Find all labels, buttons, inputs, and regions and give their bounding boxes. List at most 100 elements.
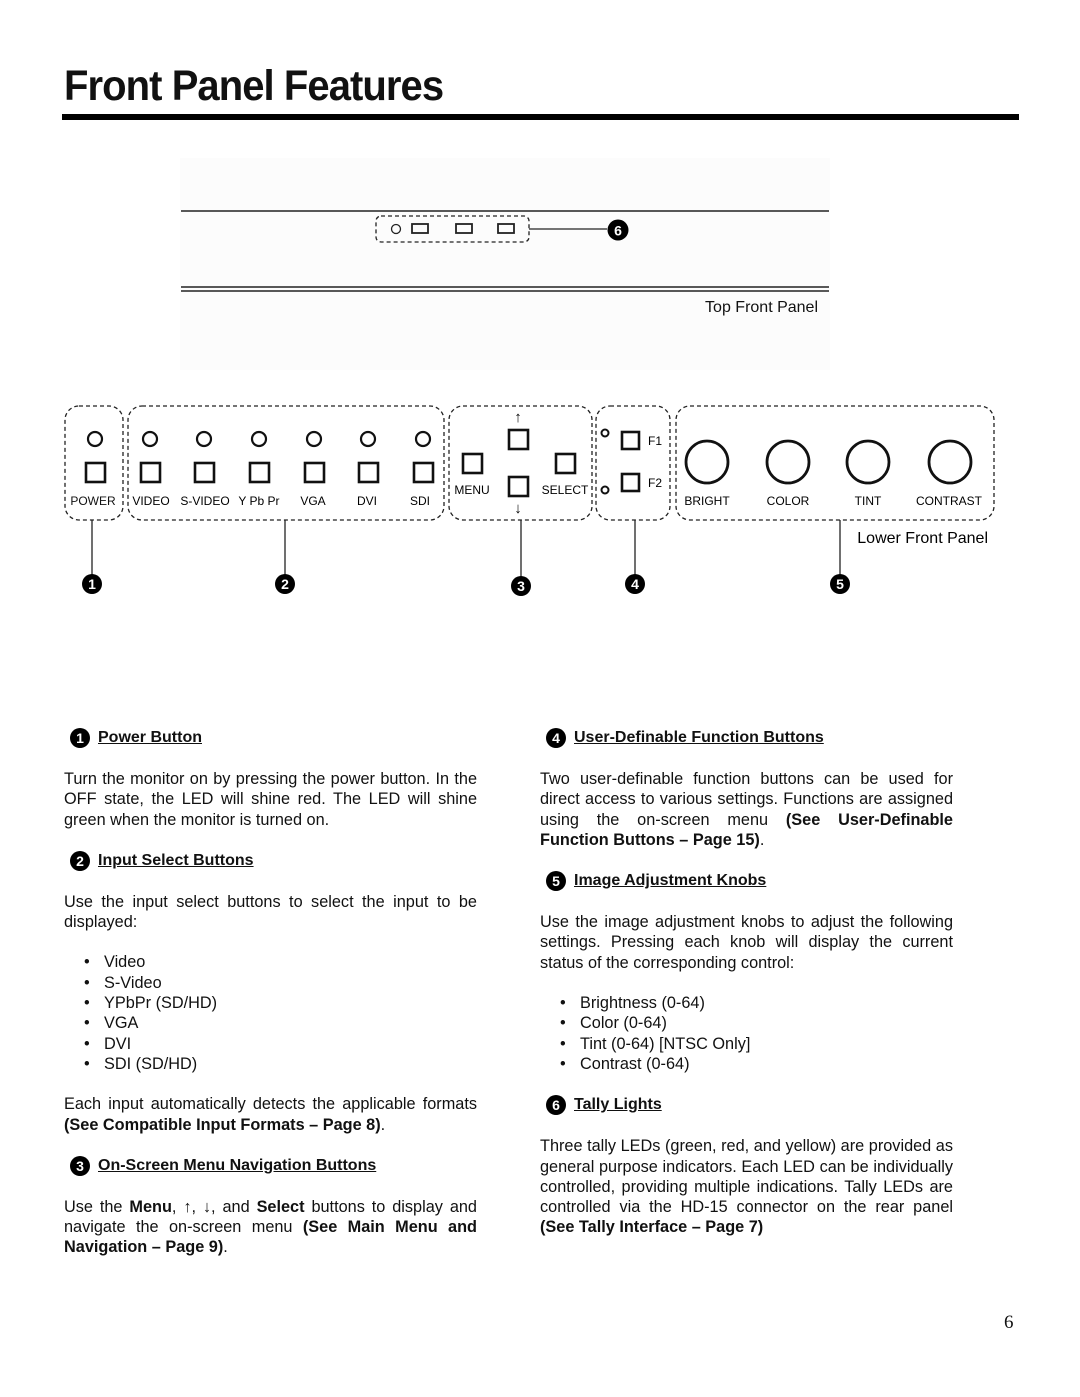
ypbpr-button[interactable] <box>248 461 271 484</box>
contrast-label: CONTRAST <box>916 494 983 508</box>
f2-label: F2 <box>648 476 662 490</box>
function-buttons: F1 F2 <box>600 428 662 495</box>
tint-label: TINT <box>855 494 882 508</box>
ypbpr-led <box>250 430 268 448</box>
select-keyword: Select <box>256 1197 305 1216</box>
image-adjustment-knobs: BRIGHT COLOR TINT CONTRAST <box>684 439 983 508</box>
tally-interface-reference: (See Tally Interface – Page 7) <box>540 1218 764 1237</box>
input-outro-text: Each input automatically detects the app… <box>64 1095 477 1114</box>
vga-label: VGA <box>300 494 325 508</box>
vga-button[interactable] <box>303 461 326 484</box>
section-title: Input Select Buttons <box>98 851 254 869</box>
list-item: Video <box>64 952 477 973</box>
section-title: Tally Lights <box>574 1096 662 1114</box>
power-button[interactable] <box>84 461 107 484</box>
callout-1-number: 1 <box>88 576 96 592</box>
list-item: Tint (0-64) [NTSC Only] <box>540 1034 953 1055</box>
function-text-end: . <box>759 830 765 849</box>
section-number-badge: 2 <box>70 850 90 871</box>
f2-button[interactable] <box>620 472 641 493</box>
callout-3-number: 3 <box>517 578 525 594</box>
list-item: Brightness (0-64) <box>540 993 953 1014</box>
section-input-heading: 2 Input Select Buttons <box>70 850 477 872</box>
bright-knob[interactable] <box>684 439 730 485</box>
power-description: Turn the monitor on by pressing the powe… <box>64 770 477 829</box>
input-list: Video S-Video YPbPr (SD/HD) VGA DVI SDI … <box>64 952 477 1074</box>
section-number-badge: 3 <box>70 1155 90 1176</box>
s-video-button[interactable] <box>193 461 216 484</box>
menu-text-end: . <box>223 1238 228 1257</box>
section-number-badge: 1 <box>70 728 90 748</box>
video-led <box>141 430 159 448</box>
vga-led <box>305 430 323 448</box>
bright-label: BRIGHT <box>684 494 730 508</box>
list-item: Color (0-64) <box>540 1013 953 1034</box>
sdi-button[interactable] <box>412 461 435 484</box>
input-outro: Each input automatically detects the app… <box>64 1094 477 1135</box>
callout-4-number: 4 <box>631 576 639 592</box>
tint-knob[interactable] <box>845 439 891 485</box>
list-item: S-Video <box>64 973 477 994</box>
down-arrow-icon: ↓ <box>514 500 522 517</box>
down-button[interactable] <box>507 475 530 498</box>
menu-text: Use the <box>64 1197 130 1216</box>
list-item: VGA <box>64 1013 477 1034</box>
s-video-led <box>195 430 213 448</box>
select-button[interactable] <box>554 452 577 475</box>
contrast-knob[interactable] <box>927 439 973 485</box>
lower-panel-callouts: 1 2 3 4 5 <box>82 520 850 596</box>
input-outro-end: . <box>380 1115 386 1134</box>
top-panel-background <box>180 158 830 370</box>
top-front-panel: 6 Top Front Panel <box>180 158 830 370</box>
input-group-outline <box>127 405 445 521</box>
function-description: Two user-definable function buttons can … <box>540 769 953 850</box>
f1-label: F1 <box>648 434 662 448</box>
menu-keyword: Menu <box>129 1197 172 1216</box>
section-tally-heading: 6 Tally Lights <box>546 1094 953 1116</box>
menu-label: MENU <box>454 483 489 497</box>
menu-description: Use the Menu, ↑, ↓, and Select buttons t… <box>64 1197 477 1258</box>
section-title: Image Adjustment Knobs <box>574 872 767 890</box>
tally-description: Three tally LEDs (green, red, and yellow… <box>540 1136 953 1237</box>
video-label: VIDEO <box>132 494 169 508</box>
f1-led <box>600 428 610 438</box>
f1-button[interactable] <box>620 430 641 451</box>
section-menu-heading: 3 On-Screen Menu Navigation Buttons <box>70 1155 477 1177</box>
f2-led <box>600 485 610 495</box>
sdi-label: SDI <box>410 494 430 508</box>
dvi-button[interactable] <box>357 461 380 484</box>
color-knob[interactable] <box>765 439 811 485</box>
color-label: COLOR <box>767 494 810 508</box>
input-buttons: VIDEO S-VIDEO Y Pb Pr VGA DVI SDI <box>132 430 435 508</box>
video-button[interactable] <box>139 461 162 484</box>
section-title: User-Definable Function Buttons <box>574 728 824 746</box>
top-panel-caption: Top Front Panel <box>705 299 818 316</box>
section-number-badge: 4 <box>546 728 566 748</box>
callout-5-number: 5 <box>836 576 844 592</box>
s-video-label: S-VIDEO <box>180 494 229 508</box>
section-number-badge: 6 <box>546 1095 566 1116</box>
power-led <box>86 430 104 448</box>
dvi-label: DVI <box>357 494 377 508</box>
section-knobs-heading: 5 Image Adjustment Knobs <box>546 870 953 892</box>
tally-text: Three tally LEDs (green, red, and yellow… <box>540 1137 953 1217</box>
power-label: POWER <box>70 494 116 508</box>
knobs-intro: Use the image adjustment knobs to adjust… <box>540 913 953 972</box>
section-title: On-Screen Menu Navigation Buttons <box>98 1156 377 1174</box>
menu-navigation-buttons: ↑ ↓ MENU SELECT <box>454 409 589 517</box>
left-column: 1 Power Button Turn the monitor on by pr… <box>64 727 477 1258</box>
section-title: Power Button <box>98 728 202 746</box>
lower-panel-caption: Lower Front Panel <box>857 530 988 547</box>
function-group-outline <box>595 405 671 521</box>
page-number: 6 <box>1004 1312 1014 1333</box>
list-item: DVI <box>64 1034 477 1055</box>
menu-text: , ↑, ↓, and <box>171 1197 257 1216</box>
menu-button[interactable] <box>461 452 484 475</box>
callout-6-number: 6 <box>614 223 622 239</box>
section-number-badge: 5 <box>546 871 566 892</box>
dvi-led <box>359 430 377 448</box>
up-button[interactable] <box>507 428 530 451</box>
sdi-led <box>414 430 432 448</box>
list-item: SDI (SD/HD) <box>64 1054 477 1075</box>
right-column: 4 User-Definable Function Buttons Two us… <box>540 727 953 1238</box>
